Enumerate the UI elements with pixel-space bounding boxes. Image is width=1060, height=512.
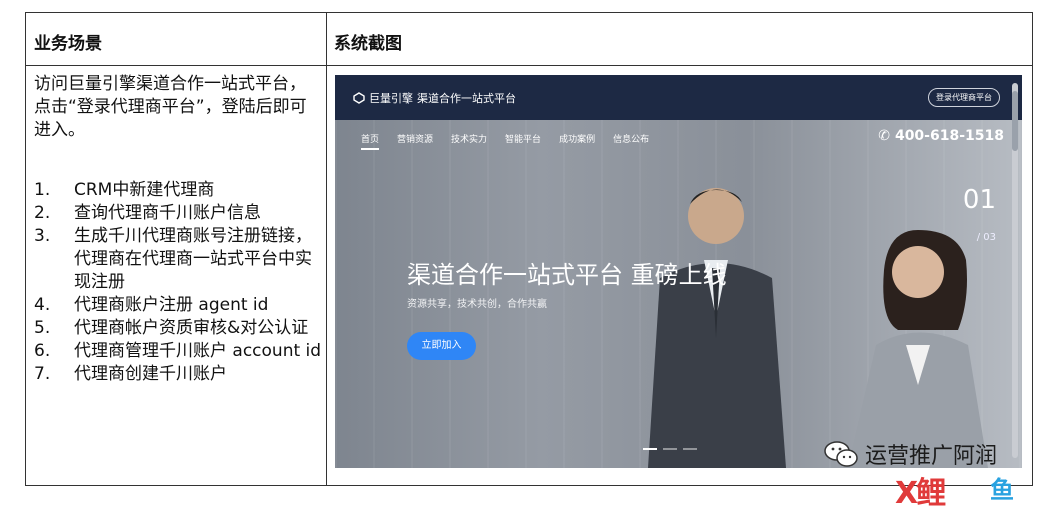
scenario-description: 访问巨量引擎渠道合作一站式平台，点击“登录代理商平台”，登陆后即可进入。 (34, 74, 307, 140)
step-text: 代理商帐户资质审核&对公认证 (74, 318, 309, 338)
logo-text: 巨量引擎 (369, 92, 413, 105)
step-text: 代理商创建千川账户 (74, 364, 227, 384)
step-text: 生成千川代理商账号注册链接，代理商在代理商一站式平台中实现注册 (74, 226, 312, 292)
step-text: 代理商账户注册 agent id (74, 295, 269, 315)
step-item: 3. 生成千川代理商账号注册链接，代理商在代理商一站式平台中实现注册 (34, 225, 324, 294)
step-number: 1. (34, 180, 51, 200)
businessman-image (648, 188, 786, 468)
nav-item-smart-platform[interactable]: 智能平台 (505, 132, 541, 150)
nav-item-home[interactable]: 首页 (361, 132, 380, 150)
nav-item-announcements[interactable]: 信息公布 (613, 132, 649, 150)
carousel-dot[interactable] (643, 448, 657, 450)
step-number: 7. (34, 364, 51, 384)
phone-icon: ✆ (878, 128, 890, 144)
join-now-button[interactable]: 立即加入 (407, 332, 476, 360)
slide-current: 01 (962, 185, 996, 215)
watermark-text: 运营推广阿润 (865, 444, 998, 469)
businesswoman-image (848, 230, 988, 468)
nav-item-technology[interactable]: 技术实力 (451, 132, 487, 150)
wechat-icon (824, 441, 858, 467)
page-scrollbar[interactable] (1012, 83, 1018, 458)
site-logo[interactable]: 巨量引擎 (353, 90, 413, 106)
step-number: 6. (34, 341, 51, 361)
step-item: 4. 代理商账户注册 agent id (34, 294, 324, 317)
step-number: 4. (34, 295, 51, 315)
nav-item-cases[interactable]: 成功案例 (559, 132, 595, 150)
step-text: 代理商管理千川账户 account id (74, 341, 322, 361)
step-item: 5. 代理商帐户资质审核&对公认证 (34, 317, 324, 340)
step-number: 2. (34, 203, 51, 223)
site-title: 渠道合作一站式平台 (417, 92, 516, 105)
wechat-watermark: 运营推广阿润 (823, 438, 997, 470)
header-system-screenshot: 系统截图 (334, 34, 402, 54)
hero-subheadline: 资源共享，技术共创，合作共赢 (407, 299, 547, 310)
column-divider (326, 13, 327, 485)
platform-screenshot: 巨量引擎 渠道合作一站式平台 登录代理商平台 首页 营销资源 技术实力 智能平台… (335, 75, 1022, 468)
step-text: CRM中新建代理商 (74, 180, 215, 200)
nav-item-marketing[interactable]: 营销资源 (397, 132, 433, 150)
header-business-scenario: 业务场景 (34, 34, 102, 54)
step-list: 1. CRM中新建代理商 2. 查询代理商千川账户信息 3. 生成千川代理商账号注册链… (34, 179, 324, 386)
header-divider (26, 65, 1032, 66)
slide-total: / 03 (976, 232, 996, 243)
scroll-thumb[interactable] (1012, 91, 1018, 151)
step-item: 2. 查询代理商千川账户信息 (34, 202, 324, 225)
hero-headline: 渠道合作一站式平台 重磅上线 (407, 261, 727, 289)
phone-number: 400-618-1518 (894, 128, 1004, 144)
site-header: 巨量引擎 渠道合作一站式平台 登录代理商平台 (335, 75, 1022, 120)
site-watermark-logo-left: X鲤 (895, 476, 946, 511)
header-separator (408, 92, 409, 104)
step-item: 7. 代理商创建千川账户 (34, 363, 324, 386)
agent-login-button[interactable]: 登录代理商平台 (928, 88, 1000, 107)
step-number: 5. (34, 318, 51, 338)
hero-banner: 首页 营销资源 技术实力 智能平台 成功案例 信息公布 ✆ 400-618-15… (335, 120, 1022, 468)
carousel-indicators (643, 448, 697, 450)
step-item: 1. CRM中新建代理商 (34, 179, 324, 202)
carousel-dot[interactable] (683, 448, 697, 450)
main-nav: 首页 营销资源 技术实力 智能平台 成功案例 信息公布 (361, 132, 649, 150)
step-item: 6. 代理商管理千川账户 account id (34, 340, 324, 363)
logo-icon (353, 92, 365, 104)
hotline: ✆ 400-618-1518 (878, 128, 1004, 144)
site-watermark-logo-right: 鱼 (990, 476, 1014, 504)
step-number: 3. (34, 226, 51, 246)
step-text: 查询代理商千川账户信息 (74, 203, 261, 223)
carousel-dot[interactable] (663, 448, 677, 450)
